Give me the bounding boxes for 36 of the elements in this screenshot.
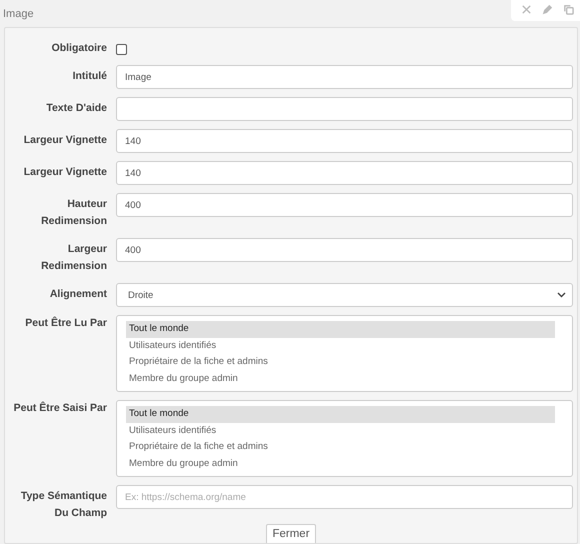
field-label: Obligatoire bbox=[50, 41, 107, 56]
select-field[interactable]: Droite bbox=[116, 283, 573, 307]
field-label: Type Sémantique Du Champ bbox=[20, 489, 107, 521]
input-field[interactable]: 140 bbox=[116, 129, 573, 153]
close-button[interactable]: Fermer bbox=[266, 524, 316, 543]
field-label: Largeur Vignette bbox=[22, 165, 107, 180]
list-option[interactable]: Propriétaire de la fiche et admins bbox=[126, 354, 555, 370]
close-icon[interactable] bbox=[521, 4, 532, 15]
input-field[interactable]: 400 bbox=[116, 193, 573, 217]
input-field[interactable]: Ex: https://schema.org/name bbox=[116, 485, 573, 509]
panel-title: Image bbox=[2, 7, 34, 20]
chevron-icon bbox=[557, 292, 566, 298]
checkbox[interactable] bbox=[116, 44, 127, 55]
list-box[interactable]: Tout le monde Utilisateurs identifiés Propriétaire de la fiche et admins Membre du groupe admin bbox=[116, 400, 573, 477]
list-option[interactable]: Membre du groupe admin bbox=[126, 370, 555, 387]
input-field[interactable] bbox=[116, 97, 573, 121]
list-option[interactable]: Utilisateurs identifiés bbox=[126, 338, 555, 354]
list-box[interactable]: Tout le monde Utilisateurs identifiés Propriétaire de la fiche et admins Membre du groupe admin bbox=[116, 315, 573, 392]
list-option[interactable]: Tout le monde bbox=[126, 406, 555, 422]
field-label: Largeur Redimension bbox=[40, 242, 107, 274]
field-label: Alignement bbox=[48, 287, 107, 302]
field-label: Peut Être Lu Par bbox=[24, 316, 107, 331]
field-label: Largeur Vignette bbox=[22, 133, 107, 148]
input-field[interactable]: Image bbox=[116, 65, 573, 89]
list-option[interactable]: Membre du groupe admin bbox=[126, 456, 555, 472]
field-label: Intitulé bbox=[72, 69, 107, 84]
list-option[interactable]: Tout le monde bbox=[126, 321, 555, 338]
copy-icon[interactable] bbox=[563, 4, 574, 15]
field-label: Texte D'aide bbox=[45, 101, 107, 116]
input-field[interactable]: 400 bbox=[116, 238, 573, 262]
list-option[interactable]: Propriétaire de la fiche et admins bbox=[126, 439, 555, 456]
list-option[interactable]: Utilisateurs identifiés bbox=[126, 422, 555, 439]
pencil-icon[interactable] bbox=[542, 4, 553, 15]
field-label: Hauteur Redimension bbox=[40, 197, 107, 229]
field-label: Peut Être Saisi Par bbox=[12, 400, 107, 416]
input-field[interactable]: 140 bbox=[116, 161, 573, 185]
